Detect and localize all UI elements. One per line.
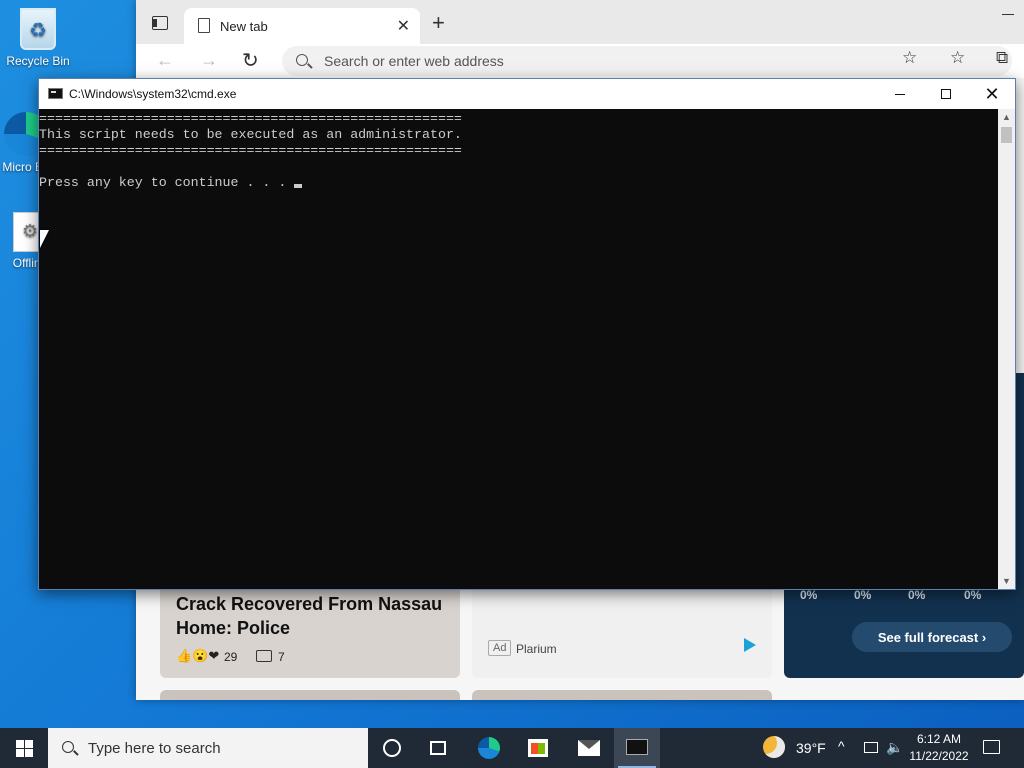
- console-line: Press any key to continue . . .: [39, 175, 295, 190]
- minimize-button[interactable]: [877, 79, 923, 109]
- clock-time[interactable]: 6:12 AM: [906, 732, 972, 746]
- console-line: ========================================…: [39, 143, 462, 158]
- ad-badge: Ad: [488, 640, 512, 656]
- taskbar: Type here to search 39°F ^ 🔈 6:12 AM 11/…: [0, 728, 1024, 768]
- console-output[interactable]: ========================================…: [39, 109, 999, 589]
- ad-choices-icon[interactable]: [744, 638, 756, 652]
- console-prompt-line: Press any key to continue . . .: [39, 175, 999, 191]
- scrollbar-thumb[interactable]: [1001, 127, 1012, 143]
- chevron-up-icon[interactable]: ^: [838, 738, 845, 754]
- taskbar-search-placeholder: Type here to search: [88, 739, 221, 757]
- browser-minimize-icon[interactable]: [1002, 14, 1014, 15]
- tab-title: New tab: [220, 18, 268, 34]
- browser-toolbar: ← → ↻ Search or enter web address ☆ ☆ ⧉: [136, 44, 1024, 78]
- windows-logo-icon: [25, 749, 33, 757]
- ad-source: Plarium: [516, 642, 557, 656]
- desktop-icon-recycle-bin[interactable]: Recycle Bin: [0, 8, 76, 68]
- mail-icon[interactable]: [578, 740, 600, 756]
- windows-logo-icon: [16, 749, 24, 757]
- cortana-icon[interactable]: [383, 739, 401, 757]
- precip-value: 0%: [854, 588, 872, 602]
- see-full-forecast-button[interactable]: See full forecast ›: [852, 622, 1012, 652]
- volume-icon[interactable]: 🔈: [886, 739, 903, 756]
- address-placeholder: Search or enter web address: [324, 53, 504, 69]
- mouse-pointer-icon: [40, 230, 49, 248]
- desktop: Recycle Bin Micro Ed Offline New tab ✕ +…: [0, 0, 1024, 768]
- add-favorite-icon[interactable]: ☆: [902, 48, 917, 68]
- start-button[interactable]: [16, 740, 33, 757]
- weather-icon[interactable]: [763, 736, 785, 758]
- taskbar-cmd-button[interactable]: [614, 728, 660, 768]
- reactions-icon[interactable]: 👍😮❤: [176, 648, 219, 664]
- cmd-icon: [48, 88, 63, 99]
- search-icon: [62, 741, 74, 753]
- maximize-icon: [941, 89, 951, 99]
- windows-logo-icon: [16, 740, 24, 748]
- maximize-button[interactable]: [923, 79, 969, 109]
- tab-new-tab[interactable]: New tab ✕: [184, 8, 420, 44]
- reaction-count: 29: [224, 650, 238, 664]
- clock-date[interactable]: 11/22/2022: [906, 749, 972, 763]
- edge-taskbar-icon[interactable]: [478, 737, 500, 759]
- store-icon[interactable]: [528, 739, 548, 757]
- browser-tab-bar: New tab ✕ +: [136, 0, 1024, 44]
- precip-value: 0%: [908, 588, 926, 602]
- close-button[interactable]: ✕: [969, 79, 1015, 109]
- scroll-up-icon[interactable]: ▲: [1002, 112, 1011, 122]
- news-card-next: [160, 690, 460, 700]
- refresh-icon[interactable]: ↻: [242, 48, 259, 73]
- console-line: ========================================…: [39, 111, 462, 126]
- news-card-next: [472, 690, 772, 700]
- scroll-down-icon[interactable]: ▼: [1002, 576, 1011, 586]
- page-icon: [198, 18, 210, 33]
- new-tab-icon[interactable]: +: [432, 10, 445, 36]
- precip-value: 0%: [964, 588, 982, 602]
- network-icon[interactable]: [864, 742, 878, 753]
- minimize-icon: [895, 93, 905, 95]
- back-icon[interactable]: ←: [156, 50, 174, 71]
- recycle-bin-icon: [20, 8, 56, 50]
- close-icon: ✕: [984, 83, 1000, 104]
- taskbar-search[interactable]: Type here to search: [48, 728, 368, 768]
- cmd-taskbar-icon: [626, 739, 648, 755]
- comment-count: 7: [278, 650, 285, 664]
- text-cursor: [294, 184, 303, 188]
- task-view-icon[interactable]: [430, 741, 446, 755]
- cmd-title: C:\Windows\system32\cmd.exe: [69, 87, 237, 101]
- forward-icon[interactable]: →: [200, 50, 218, 71]
- cmd-titlebar[interactable]: C:\Windows\system32\cmd.exe ✕: [39, 79, 1015, 109]
- cmd-window: C:\Windows\system32\cmd.exe ✕ ==========…: [38, 78, 1016, 590]
- console-line: This script needs to be executed as an a…: [39, 127, 462, 142]
- story-title[interactable]: Crack Recovered From Nassau Home: Police: [176, 592, 446, 640]
- precip-value: 0%: [800, 588, 818, 602]
- comment-icon[interactable]: [256, 650, 272, 662]
- desktop-icon-label: Recycle Bin: [6, 54, 70, 68]
- temperature[interactable]: 39°F: [796, 740, 826, 756]
- search-icon: [296, 54, 308, 66]
- favorites-icon[interactable]: ☆: [950, 48, 965, 68]
- notification-icon[interactable]: [983, 740, 1000, 754]
- console-scrollbar[interactable]: ▲ ▼: [998, 109, 1015, 589]
- close-tab-icon[interactable]: ✕: [397, 16, 410, 36]
- windows-logo-icon: [25, 740, 33, 748]
- tab-actions-icon[interactable]: [152, 16, 168, 30]
- collections-icon[interactable]: ⧉: [996, 48, 1008, 68]
